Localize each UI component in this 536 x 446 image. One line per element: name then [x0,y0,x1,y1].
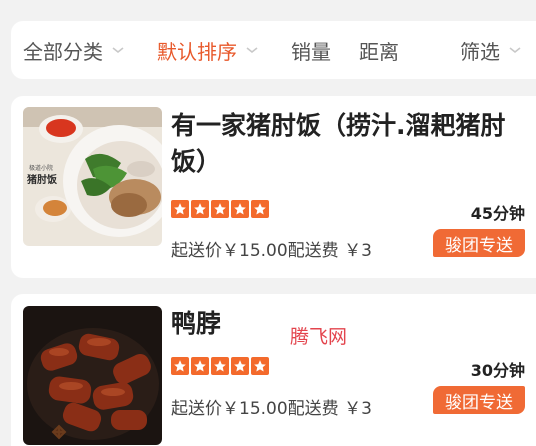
delivery-time: 45分钟 [470,204,525,223]
chevron-down-icon [111,43,125,57]
chevron-down-icon [245,43,259,57]
fee-info: 起送价￥15.00配送费 ￥3 [171,399,372,419]
fee-info: 起送价￥15.00配送费 ￥3 [171,241,372,261]
store-name: 有一家猪肘饭（捞汁.溜耙猪肘饭） [171,111,506,176]
star-icon [171,200,189,218]
store-thumbnail [23,306,162,445]
store-card[interactable]: 极道小院 猪肘饭 有一家猪肘饭（捞汁.溜耙猪肘饭） 45分钟 起送价￥15.00… [11,96,536,278]
filter-label: 销量 [291,39,331,64]
watermark: 腾飞网 [290,326,348,348]
filter-screen[interactable]: 筛选 [460,21,522,79]
star-icon [231,357,249,375]
store-name: 鸭脖 [171,309,222,338]
filter-all-categories[interactable]: 全部分类 [23,21,125,79]
thumbnail-brand-main: 猪肘饭 [27,175,57,186]
filter-distance[interactable]: 距离 [359,21,399,79]
star-icon [231,200,249,218]
filter-label: 全部分类 [23,39,103,64]
star-icon [171,357,189,375]
filter-default-sort[interactable]: 默认排序 [157,21,259,79]
filter-label: 距离 [359,39,399,64]
star-icon [191,200,209,218]
star-icon [211,357,229,375]
filter-sales[interactable]: 销量 [291,21,331,79]
filter-label: 筛选 [460,39,500,64]
delivery-time: 30分钟 [470,361,525,380]
star-icon [251,357,269,375]
star-icon [251,200,269,218]
rating-stars [171,357,269,375]
rating-stars [171,200,269,218]
star-icon [211,200,229,218]
store-card[interactable]: 鸭脖 30分钟 起送价￥15.00配送费 ￥3 骏团专送 [11,294,536,446]
star-icon [191,357,209,375]
delivery-badge: 骏团专送 [433,386,525,414]
filter-label: 默认排序 [157,39,237,64]
chevron-down-icon [508,43,522,57]
store-thumbnail: 极道小院 猪肘饭 [23,107,162,246]
delivery-badge: 骏团专送 [433,229,525,257]
filter-bar: 全部分类 默认排序 销量 距离 筛选 [11,21,536,79]
